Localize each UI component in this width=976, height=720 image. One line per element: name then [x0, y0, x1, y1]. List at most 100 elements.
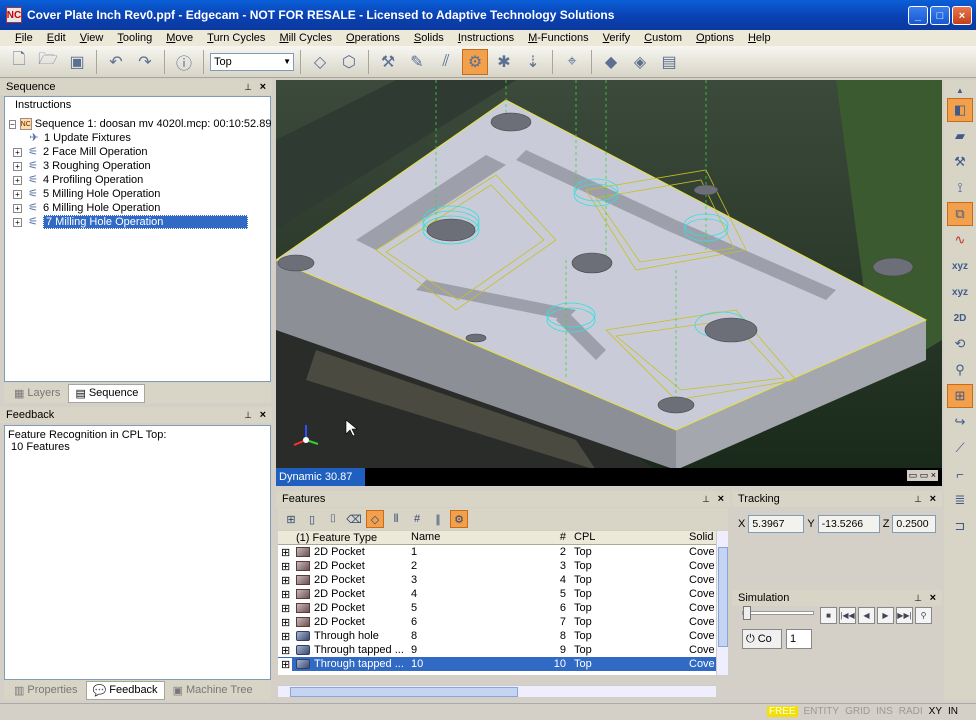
- bracket-icon[interactable]: ⊐: [947, 514, 973, 538]
- save-icon[interactable]: ▣: [64, 49, 90, 75]
- rotate-icon[interactable]: ⟲: [947, 332, 973, 356]
- xyz-offset-icon[interactable]: xyz: [947, 280, 973, 304]
- pin-icon[interactable]: ⊥: [702, 494, 710, 505]
- curve-icon[interactable]: ∿: [947, 228, 973, 252]
- menu-file[interactable]: File: [8, 32, 40, 44]
- play-icon[interactable]: ▶: [877, 607, 894, 624]
- fast-forward-icon[interactable]: ▶▶|: [896, 607, 913, 624]
- tab-feedback[interactable]: 💬 Feedback: [85, 680, 165, 700]
- expand-icon[interactable]: ⊞: [278, 602, 292, 615]
- filter-icon[interactable]: ▯: [303, 510, 321, 528]
- tree-item[interactable]: + ⚟ 3 Roughing Operation: [9, 159, 267, 173]
- info-icon[interactable]: ⓘ: [171, 49, 197, 75]
- expand-icon[interactable]: +: [13, 203, 22, 213]
- col-solid[interactable]: Solid: [685, 531, 716, 544]
- menu-help[interactable]: Help: [741, 32, 778, 44]
- menu-instructions[interactable]: Instructions: [451, 32, 521, 44]
- diamond-icon[interactable]: ◇: [366, 510, 384, 528]
- menu-operations[interactable]: Operations: [339, 32, 407, 44]
- vise-icon[interactable]: ⚒: [947, 150, 973, 174]
- tab-machine-tree[interactable]: ▣ Machine Tree: [167, 682, 259, 699]
- table-row[interactable]: ⊞ 2D Pocket 1 2 Top Cove: [278, 545, 716, 559]
- stop-icon[interactable]: ■: [820, 607, 837, 624]
- cpl-edit-icon[interactable]: ◇: [307, 49, 333, 75]
- status-in[interactable]: IN: [948, 706, 958, 717]
- expand-icon[interactable]: +: [13, 175, 22, 185]
- menu-turn-cycles[interactable]: Turn Cycles: [200, 32, 272, 44]
- menu-m-functions[interactable]: M-Functions: [521, 32, 596, 44]
- mill-cycles-icon[interactable]: ⚙: [462, 48, 488, 75]
- path-icon[interactable]: ↪: [947, 410, 973, 434]
- tab-properties[interactable]: ▥ Properties: [8, 682, 84, 699]
- tool-icon[interactable]: ⟟: [947, 176, 973, 200]
- expand-icon[interactable]: +: [13, 147, 22, 157]
- close-icon[interactable]: ×: [260, 81, 266, 93]
- expand-icon[interactable]: ⊞: [278, 560, 292, 573]
- table-row[interactable]: ⊞ 2D Pocket 3 4 Top Cove: [278, 573, 716, 587]
- line-icon[interactable]: ⟋: [947, 436, 973, 460]
- expand-icon[interactable]: ⊞: [278, 644, 292, 657]
- tree-item[interactable]: + ⚟ 2 Face Mill Operation: [9, 145, 267, 159]
- chamfer-icon[interactable]: ⌐: [947, 462, 973, 486]
- col-cpl[interactable]: CPL: [570, 531, 685, 544]
- tree-item[interactable]: ✈ 1 Update Fixtures: [9, 131, 267, 145]
- table-row[interactable]: ⊞ 2D Pocket 4 5 Top Cove: [278, 587, 716, 601]
- graphics-viewport[interactable]: [276, 80, 942, 470]
- expand-icon[interactable]: ⊞: [278, 588, 292, 601]
- move-icon[interactable]: ⇣: [520, 49, 546, 75]
- expand-icon[interactable]: ⊞: [278, 616, 292, 629]
- pin-icon[interactable]: ⊥: [244, 82, 252, 93]
- expand-icon[interactable]: +: [13, 217, 22, 227]
- menu-move[interactable]: Move: [159, 32, 200, 44]
- workplane-icon[interactable]: ⬡: [336, 49, 362, 75]
- tool-select-icon[interactable]: ⚒: [375, 49, 401, 75]
- table-row[interactable]: ⊞ Through tapped ... 9 9 Top Cove: [278, 643, 716, 657]
- status-free[interactable]: FREE: [766, 706, 798, 717]
- code-icon[interactable]: ▤: [656, 49, 682, 75]
- fixture-icon[interactable]: ⧉: [947, 202, 973, 226]
- menu-tooling[interactable]: Tooling: [110, 32, 159, 44]
- 2d-icon[interactable]: 2D: [947, 306, 973, 330]
- tree-item[interactable]: + ⚟ 6 Milling Hole Operation: [9, 201, 267, 215]
- expand-icon[interactable]: ⊞: [278, 630, 292, 643]
- status-radi[interactable]: RADI: [899, 706, 923, 717]
- status-entity[interactable]: ENTITY: [804, 706, 840, 717]
- tree-item[interactable]: + ⚟ 4 Profiling Operation: [9, 173, 267, 187]
- collapse-icon[interactable]: −: [9, 119, 16, 129]
- table-row[interactable]: ⊞ 2D Pocket 5 6 Top Cove: [278, 601, 716, 615]
- col-number[interactable]: #: [522, 531, 570, 544]
- features-vertical-scrollbar[interactable]: [716, 531, 728, 675]
- list-icon[interactable]: ≣: [947, 488, 973, 512]
- cpl-select[interactable]: Top ▼: [210, 52, 294, 71]
- table-row[interactable]: ⊞ 2D Pocket 6 7 Top Cove: [278, 615, 716, 629]
- col-name[interactable]: Name: [407, 531, 522, 544]
- viewport-window-controls[interactable]: ▭ ▭ ×: [906, 470, 938, 481]
- probe-icon[interactable]: ⚲: [947, 358, 973, 382]
- tab-layers[interactable]: ▦ Layers: [8, 385, 66, 402]
- simulation-count-field[interactable]: 1: [786, 629, 812, 649]
- tab-sequence[interactable]: ▤ Sequence: [68, 383, 146, 403]
- close-icon[interactable]: ×: [718, 493, 724, 505]
- menu-view[interactable]: View: [73, 32, 111, 44]
- menu-options[interactable]: Options: [689, 32, 741, 44]
- scroll-up-icon[interactable]: ▲: [947, 84, 973, 96]
- cycle-options-button[interactable]: ⏻ Co: [742, 629, 782, 649]
- slider-knob[interactable]: [743, 606, 751, 620]
- menu-custom[interactable]: Custom: [637, 32, 689, 44]
- zoom-icon[interactable]: ⚲: [915, 607, 932, 624]
- new-file-icon[interactable]: 🗋: [6, 49, 32, 75]
- rewind-icon[interactable]: |◀◀: [839, 607, 856, 624]
- undo-icon[interactable]: ↶: [103, 49, 129, 75]
- solid-icon[interactable]: ◆: [598, 49, 624, 75]
- xyz-icon[interactable]: xyz: [947, 254, 973, 278]
- close-button[interactable]: ×: [952, 6, 972, 25]
- features-horizontal-scrollbar[interactable]: [278, 685, 716, 697]
- feature-icon[interactable]: ◈: [627, 49, 653, 75]
- eraser-icon[interactable]: ⌫: [345, 510, 363, 528]
- redo-icon[interactable]: ↷: [132, 49, 158, 75]
- expand-icon[interactable]: +: [13, 161, 22, 171]
- bottle-icon[interactable]: ⌷: [324, 510, 342, 528]
- status-grid[interactable]: GRID: [845, 706, 870, 717]
- menu-solids[interactable]: Solids: [407, 32, 451, 44]
- expand-icon[interactable]: +: [13, 189, 22, 199]
